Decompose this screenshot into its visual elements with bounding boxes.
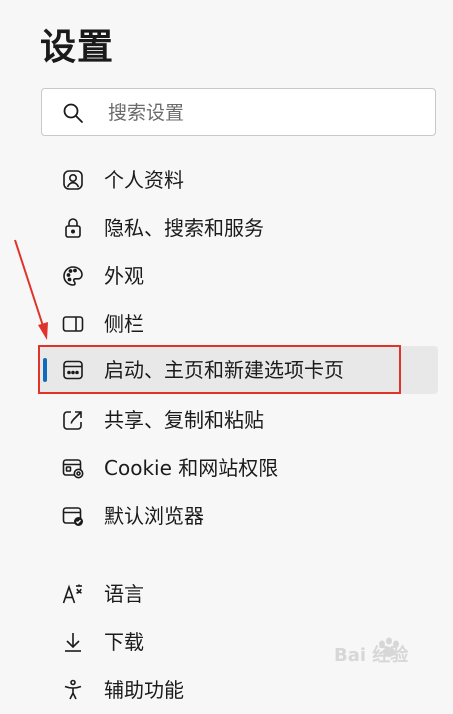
search-icon — [63, 103, 83, 123]
sidebar-item-label: 共享、复制和粘贴 — [104, 408, 264, 432]
palette-icon — [63, 266, 83, 286]
sidebar-item-label: 隐私、搜索和服务 — [104, 216, 264, 240]
sidebar-item-cookie-permissions[interactable]: Cookie 和网站权限 — [40, 444, 438, 492]
sidebar-item-start-home-newtab[interactable]: 启动、主页和新建选项卡页 — [40, 346, 438, 394]
sidebar-icon — [62, 316, 84, 332]
start-page-icon — [63, 360, 83, 380]
search-box[interactable] — [41, 88, 436, 136]
profile-icon — [63, 170, 83, 190]
share-icon — [63, 411, 82, 430]
sidebar-item-appearance[interactable]: 外观 — [40, 252, 438, 300]
sidebar-item-label: 个人资料 — [104, 168, 184, 192]
sidebar-item-accessibility[interactable]: 辅助功能 — [40, 666, 438, 714]
sidebar-item-language[interactable]: 语言 — [40, 570, 438, 618]
sidebar-item-label: 语言 — [104, 582, 144, 606]
sidebar-item-profile[interactable]: 个人资料 — [40, 156, 438, 204]
sidebar-item-share-copy-paste[interactable]: 共享、复制和粘贴 — [40, 396, 438, 444]
sidebar-item-default-browser[interactable]: 默认浏览器 — [40, 492, 438, 540]
sidebar-item-label: 默认浏览器 — [104, 504, 204, 528]
lock-icon — [65, 218, 81, 238]
sidebar-item-label: 外观 — [104, 264, 144, 288]
language-icon — [62, 584, 82, 604]
page-title: 设置 — [40, 27, 115, 68]
accessibility-icon — [64, 679, 82, 700]
download-icon — [65, 633, 81, 652]
sidebar-item-label: 下载 — [104, 630, 144, 654]
default-browser-icon — [62, 507, 83, 526]
sidebar-item-downloads[interactable]: 下载 — [40, 618, 438, 666]
active-indicator — [43, 358, 47, 382]
sidebar-item-privacy[interactable]: 隐私、搜索和服务 — [40, 204, 438, 252]
cookie-permissions-icon — [62, 459, 84, 479]
sidebar-item-label: 启动、主页和新建选项卡页 — [104, 358, 344, 382]
sidebar-item-label: 辅助功能 — [104, 678, 184, 702]
sidebar-item-label: 侧栏 — [104, 312, 144, 336]
sidebar-item-label: Cookie 和网站权限 — [104, 456, 279, 480]
sidebar-item-sidebar[interactable]: 侧栏 — [40, 300, 438, 348]
search-input[interactable] — [106, 97, 410, 129]
